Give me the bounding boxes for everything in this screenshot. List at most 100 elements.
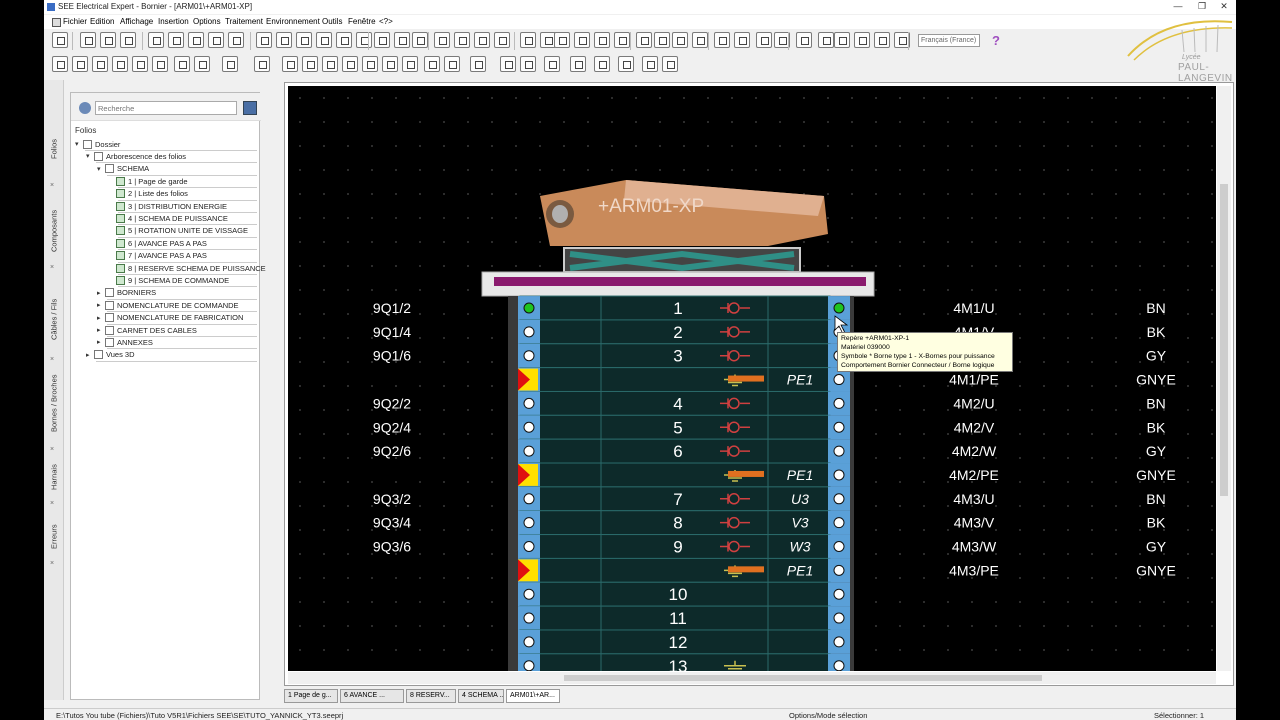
toolbar-tool-icon[interactable] — [188, 32, 204, 48]
toolbar-tool-icon[interactable] — [394, 32, 410, 48]
toolbar-tool-icon[interactable] — [714, 32, 730, 48]
document-icon[interactable] — [52, 18, 61, 27]
terminal-screw-icon[interactable] — [833, 469, 845, 481]
toolbar-tool-icon[interactable] — [222, 56, 238, 72]
toolbar-tool-icon[interactable] — [52, 32, 68, 48]
toolbar-tool-icon[interactable] — [254, 56, 270, 72]
terminal-screw-icon[interactable] — [833, 517, 845, 529]
toolbar-tool-icon[interactable] — [470, 56, 486, 72]
terminal-screw-icon[interactable] — [833, 374, 845, 386]
menu-insertion[interactable]: Insertion — [158, 17, 189, 26]
toolbar-tool-icon[interactable] — [402, 56, 418, 72]
menu-traitement[interactable]: Traitement — [225, 17, 263, 26]
toolbar-tool-icon[interactable] — [692, 32, 708, 48]
document-tab[interactable]: ARM01\+AR... — [506, 689, 560, 703]
terminal-block-drawing[interactable]: +ARM01-XP19Q1/24M1/UBN29Q1/44M1/VBK39Q1/… — [288, 86, 1216, 671]
toolbar-tool-icon[interactable] — [614, 32, 630, 48]
search-input[interactable] — [95, 101, 237, 115]
terminal-screw-icon[interactable] — [833, 541, 845, 552]
toolbar-tool-icon[interactable] — [494, 32, 510, 48]
terminal-screw-icon[interactable] — [523, 517, 535, 529]
vertical-scroll-thumb[interactable] — [1220, 184, 1228, 496]
close-tab-icon[interactable]: × — [50, 500, 54, 507]
toolbar-tool-icon[interactable] — [356, 32, 372, 48]
tree-folder-item[interactable]: ▸ NOMENCLATURE DE COMMANDE — [97, 299, 239, 311]
terminal-screw-icon[interactable] — [833, 636, 845, 648]
language-select[interactable]: Français (France) — [918, 34, 980, 47]
menu-help[interactable]: <?> — [379, 17, 393, 26]
toolbar-tool-icon[interactable] — [444, 56, 460, 72]
toolbar-tool-icon[interactable] — [520, 56, 536, 72]
toolbar-tool-icon[interactable] — [194, 56, 210, 72]
side-tab-harnais[interactable]: Harnais — [46, 456, 62, 498]
toolbar-tool-icon[interactable] — [382, 56, 398, 72]
toolbar-tool-icon[interactable] — [374, 32, 390, 48]
toolbar-tool-icon[interactable] — [594, 32, 610, 48]
tree-folder-item[interactable]: ▸ CARNET DES CABLES — [97, 324, 197, 336]
close-button[interactable]: ✕ — [1214, 1, 1234, 13]
terminal-screw-icon[interactable] — [523, 302, 535, 314]
menu-outils[interactable]: Outils — [322, 17, 342, 26]
toolbar-tool-icon[interactable] — [92, 56, 108, 72]
help-button[interactable]: ? — [988, 33, 1004, 49]
toolbar-tool-icon[interactable] — [302, 56, 318, 72]
tree-folder-item[interactable]: ▸ Vues 3D — [86, 349, 135, 361]
toolbar-tool-icon[interactable] — [554, 32, 570, 48]
terminal-screw-icon[interactable] — [523, 636, 535, 648]
terminal-screw-icon[interactable] — [523, 612, 535, 624]
minimize-button[interactable]: — — [1168, 1, 1188, 13]
toolbar-tool-icon[interactable] — [818, 32, 834, 48]
toolbar-tool-icon[interactable] — [208, 32, 224, 48]
horizontal-scrollbar[interactable] — [288, 672, 1216, 684]
toolbar-tool-icon[interactable] — [412, 32, 428, 48]
toolbar-tool-icon[interactable] — [654, 32, 670, 48]
side-tab-folios[interactable]: Folios — [46, 118, 62, 180]
terminal-screw-icon[interactable] — [523, 660, 535, 671]
toolbar-tool-icon[interactable] — [434, 32, 450, 48]
terminal-screw-icon[interactable] — [523, 493, 535, 505]
terminal-screw-icon[interactable] — [523, 350, 535, 362]
close-tab-icon[interactable]: × — [50, 446, 54, 453]
collapse-icon[interactable]: ▾ — [86, 152, 94, 160]
tree-folder-item[interactable]: ▸ ANNEXES — [97, 336, 153, 348]
tree-folio-item[interactable]: 7 | AVANCE PAS A PAS — [108, 250, 207, 262]
toolbar-tool-icon[interactable] — [500, 56, 516, 72]
terminal-row[interactable] — [519, 557, 831, 583]
toolbar-tool-icon[interactable] — [228, 32, 244, 48]
terminal-screw-icon[interactable] — [523, 397, 535, 409]
toolbar-tool-icon[interactable] — [296, 32, 312, 48]
menu-environnement[interactable]: Environnement — [266, 17, 320, 26]
terminal-screw-icon[interactable] — [833, 588, 845, 600]
expand-icon[interactable]: ▸ — [86, 351, 94, 359]
tree-folio-item[interactable]: 6 | AVANCE PAS A PAS — [108, 237, 207, 249]
restore-button[interactable]: ❐ — [1192, 1, 1212, 13]
toolbar-tool-icon[interactable] — [424, 56, 440, 72]
toolbar-tool-icon[interactable] — [362, 56, 378, 72]
document-tab[interactable]: 6 AVANCE ... — [340, 689, 404, 703]
drawing-canvas[interactable]: +ARM01-XP19Q1/24M1/UBN29Q1/44M1/VBK39Q1/… — [288, 86, 1216, 671]
terminal-screw-icon[interactable] — [833, 397, 845, 409]
terminal-screw-icon[interactable] — [833, 660, 845, 671]
tree-folio-item[interactable]: 4 | SCHEMA DE PUISSANCE — [108, 212, 228, 224]
toolbar-tool-icon[interactable] — [474, 32, 490, 48]
toolbar-tool-icon[interactable] — [100, 32, 116, 48]
toolbar-tool-icon[interactable] — [642, 56, 658, 72]
toolbar-tool-icon[interactable] — [152, 56, 168, 72]
expand-icon[interactable]: ▸ — [97, 289, 105, 297]
toolbar-tool-icon[interactable] — [544, 56, 560, 72]
toolbar-tool-icon[interactable] — [276, 32, 292, 48]
terminal-screw-icon[interactable] — [523, 326, 535, 338]
toolbar-tool-icon[interactable] — [854, 32, 870, 48]
tree-folder-item[interactable]: ▸ BORNIERS — [97, 287, 156, 299]
toolbar-tool-icon[interactable] — [570, 56, 586, 72]
close-tab-icon[interactable]: × — [50, 182, 54, 189]
toolbar-tool-icon[interactable] — [120, 32, 136, 48]
terminal-screw-icon[interactable] — [523, 421, 535, 433]
toolbar-tool-icon[interactable] — [282, 56, 298, 72]
side-tab-erreurs[interactable]: Erreurs — [46, 516, 62, 558]
gear-icon[interactable] — [79, 102, 91, 114]
toolbar-tool-icon[interactable] — [132, 56, 148, 72]
toolbar-tool-icon[interactable] — [80, 32, 96, 48]
terminal-screw-icon[interactable] — [833, 612, 845, 624]
menu-options[interactable]: Options — [193, 17, 221, 26]
